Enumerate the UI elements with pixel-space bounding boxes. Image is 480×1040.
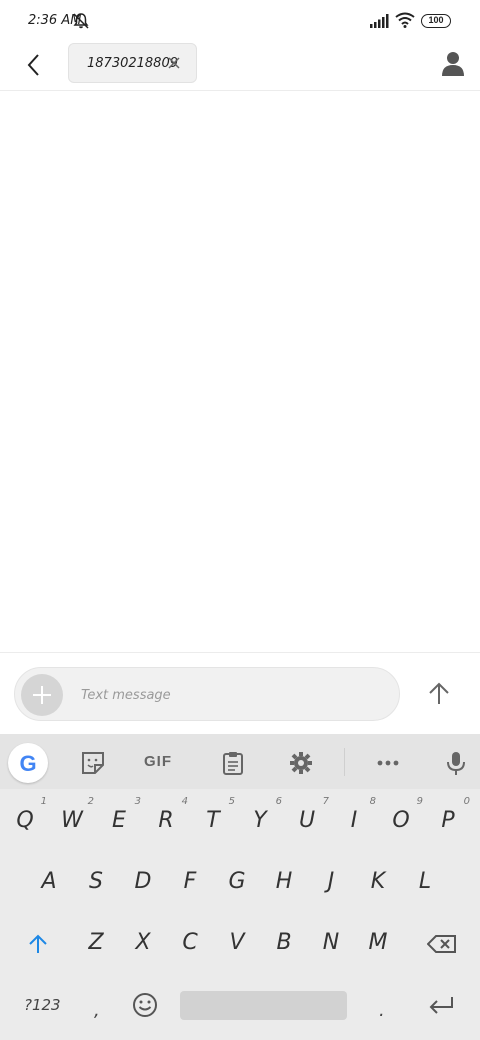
backspace-icon[interactable]	[427, 934, 457, 954]
google-logo: G	[19, 751, 37, 776]
comma-key[interactable]: ,	[94, 1000, 100, 1021]
contact-icon[interactable]	[441, 51, 465, 77]
key-v[interactable]: V	[215, 912, 259, 968]
gif-button[interactable]: GIF	[144, 753, 172, 770]
key-c[interactable]: C	[168, 912, 212, 968]
key-p[interactable]: P0	[426, 790, 470, 846]
more-options-icon[interactable]	[375, 750, 401, 776]
key-row-1: Q1 W2 E3 R4 T5 Y6 U7 I8 O9 P0	[0, 790, 480, 850]
add-attachment-button[interactable]	[21, 674, 63, 716]
key-t[interactable]: T5	[191, 790, 235, 846]
back-arrow-icon[interactable]	[22, 52, 46, 78]
key-m[interactable]: M	[356, 912, 400, 968]
google-button[interactable]: G	[8, 743, 48, 783]
remove-recipient-icon[interactable]	[167, 56, 181, 70]
key-n[interactable]: N	[309, 912, 353, 968]
key-j[interactable]: J	[309, 851, 353, 907]
symbols-key[interactable]: ?123	[24, 996, 61, 1014]
key-a[interactable]: A	[27, 851, 71, 907]
shift-arrow-icon[interactable]	[26, 932, 50, 956]
notifications-off-icon	[73, 13, 89, 29]
key-o[interactable]: O9	[379, 790, 423, 846]
message-list	[0, 92, 480, 652]
compose-box[interactable]: Text message	[14, 667, 400, 721]
signal-icon	[370, 14, 389, 28]
recipient-number: 18730218809	[87, 56, 178, 71]
period-key[interactable]: .	[379, 1000, 385, 1021]
spacebar[interactable]	[180, 991, 347, 1020]
key-y[interactable]: Y6	[238, 790, 282, 846]
clipboard-icon[interactable]	[220, 750, 246, 776]
key-row-2: A S D F G H J K L	[0, 851, 480, 911]
compose-divider	[0, 652, 480, 653]
key-r[interactable]: R4	[144, 790, 188, 846]
wifi-icon	[395, 12, 415, 28]
keyboard-toolbar: G GIF	[0, 734, 480, 789]
emoji-icon[interactable]	[131, 991, 159, 1019]
key-s[interactable]: S	[74, 851, 118, 907]
recipient-chip[interactable]: 18730218809	[68, 43, 197, 83]
key-w[interactable]: W2	[50, 790, 94, 846]
key-x[interactable]: X	[121, 912, 165, 968]
key-z[interactable]: Z	[74, 912, 118, 968]
sticker-icon[interactable]	[80, 750, 106, 776]
message-input-placeholder[interactable]: Text message	[81, 688, 171, 703]
key-h[interactable]: H	[262, 851, 306, 907]
key-i[interactable]: I8	[332, 790, 376, 846]
battery-indicator: 100	[421, 14, 451, 28]
keyboard: G GIF Q 1 W 2 E 3 R 4 T 5 Y 6 U 7 I 8 O …	[0, 734, 480, 1040]
key-e[interactable]: E3	[97, 790, 141, 846]
key-b[interactable]: B	[262, 912, 306, 968]
status-bar: 2:36 AM 100	[0, 0, 480, 42]
key-f[interactable]: F	[168, 851, 212, 907]
microphone-icon[interactable]	[443, 750, 469, 776]
key-k[interactable]: K	[356, 851, 400, 907]
key-d[interactable]: D	[121, 851, 165, 907]
enter-arrow-icon[interactable]	[427, 994, 455, 1018]
send-arrow-icon[interactable]	[425, 680, 453, 708]
key-g[interactable]: G	[215, 851, 259, 907]
key-l[interactable]: L	[403, 851, 447, 907]
toolbar-divider	[344, 748, 345, 776]
key-q[interactable]: Q1	[3, 790, 47, 846]
battery-level: 100	[428, 15, 444, 25]
conversation-header: 18730218809	[0, 42, 480, 91]
key-row-3: Z X C V B N M	[0, 912, 480, 972]
settings-gear-icon[interactable]	[288, 750, 314, 776]
key-u[interactable]: U7	[285, 790, 329, 846]
